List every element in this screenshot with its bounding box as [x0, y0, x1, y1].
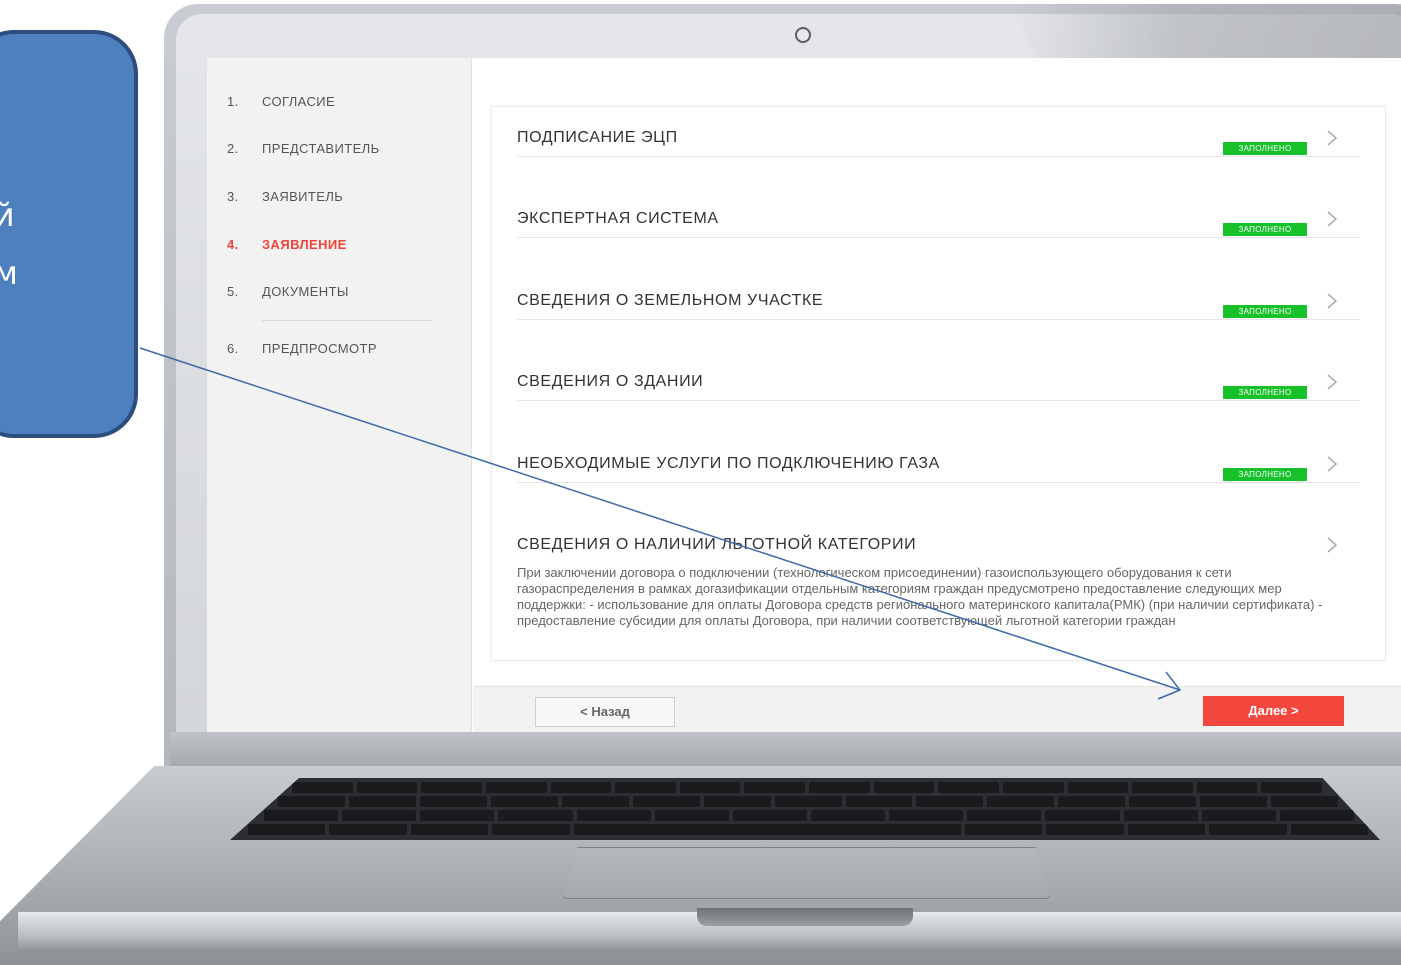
- laptop-screen: 1. СОГЛАСИЕ 2. ПРЕДСТАВИТЕЛЬ 3. ЗАЯВИТЕЛ…: [207, 58, 1401, 732]
- chevron-right-icon[interactable]: [1326, 373, 1338, 391]
- sidebar-divider: [262, 320, 432, 321]
- lid-reflection: [1010, 4, 1401, 58]
- step-documents[interactable]: 5. ДОКУМЕНТЫ: [227, 284, 349, 299]
- next-button[interactable]: Далее >: [1203, 696, 1344, 726]
- section-land-plot[interactable]: СВЕДЕНИЯ О ЗЕМЕЛЬНОМ УЧАСТКЕ ЗАПОЛНЕНО: [517, 270, 1360, 320]
- chevron-right-icon[interactable]: [1326, 210, 1338, 228]
- status-badge: ЗАПОЛНЕНО: [1223, 386, 1307, 399]
- step-label: ЗАЯВЛЕНИЕ: [262, 237, 347, 252]
- section-title: ЭКСПЕРТНАЯ СИСТЕМА: [517, 210, 719, 227]
- chevron-right-icon[interactable]: [1326, 536, 1338, 554]
- footer-bar: < Назад Далее >: [473, 686, 1401, 732]
- keyboard: [230, 778, 1380, 840]
- section-title: СВЕДЕНИЯ О НАЛИЧИИ ЛЬГОТНОЙ КАТЕГОРИИ: [517, 536, 917, 553]
- section-title: СВЕДЕНИЯ О ЗЕМЕЛЬНОМ УЧАСТКЕ: [517, 292, 824, 309]
- chevron-right-icon[interactable]: [1326, 129, 1338, 147]
- step-number: 2.: [227, 141, 239, 156]
- camera-icon: [795, 27, 811, 43]
- step-application[interactable]: 4. ЗАЯВЛЕНИЕ: [227, 237, 347, 252]
- steps-sidebar: 1. СОГЛАСИЕ 2. ПРЕДСТАВИТЕЛЬ 3. ЗАЯВИТЕЛ…: [207, 58, 472, 732]
- trackpad: [563, 847, 1050, 899]
- step-consent[interactable]: 1. СОГЛАСИЕ: [227, 94, 335, 109]
- laptop-hinge: [170, 732, 1401, 768]
- key-row: [292, 782, 1322, 793]
- sections-card: ПОДПИСАНИЕ ЭЦП ЗАПОЛНЕНО ЭКСПЕРТНАЯ СИСТ…: [491, 106, 1386, 661]
- chevron-right-icon[interactable]: [1326, 292, 1338, 310]
- step-label: ПРЕДПРОСМОТР: [262, 341, 377, 356]
- section-title: СВЕДЕНИЯ О ЗДАНИИ: [517, 373, 704, 390]
- step-label: СОГЛАСИЕ: [262, 94, 336, 109]
- section-building[interactable]: СВЕДЕНИЯ О ЗДАНИИ ЗАПОЛНЕНО: [517, 351, 1360, 401]
- main-content: ПОДПИСАНИЕ ЭЦП ЗАПОЛНЕНО ЭКСПЕРТНАЯ СИСТ…: [473, 58, 1401, 732]
- step-label: ДОКУМЕНТЫ: [262, 284, 349, 299]
- callout-text: ей ем: [0, 196, 18, 292]
- key-row: [278, 796, 1339, 807]
- status-badge: ЗАПОЛНЕНО: [1223, 468, 1307, 481]
- status-badge: ЗАПОЛНЕНО: [1223, 142, 1307, 155]
- step-label: ПРЕДСТАВИТЕЛЬ: [262, 141, 380, 156]
- laptop-notch: [697, 908, 913, 926]
- status-badge: ЗАПОЛНЕНО: [1223, 223, 1307, 236]
- key-row: [264, 810, 1354, 821]
- step-number: 6.: [227, 341, 239, 356]
- step-number: 5.: [227, 284, 239, 299]
- section-benefit-category[interactable]: СВЕДЕНИЯ О НАЛИЧИИ ЛЬГОТНОЙ КАТЕГОРИИ: [517, 514, 1360, 564]
- benefit-category-description: При заключении договора о подключении (т…: [517, 565, 1323, 628]
- step-applicant[interactable]: 3. ЗАЯВИТЕЛЬ: [227, 189, 343, 204]
- section-title: ПОДПИСАНИЕ ЭЦП: [517, 129, 678, 146]
- step-number: 3.: [227, 189, 239, 204]
- section-gas-services[interactable]: НЕОБХОДИМЫЕ УСЛУГИ ПО ПОДКЛЮЧЕНИЮ ГАЗА З…: [517, 433, 1360, 483]
- step-number: 4.: [227, 237, 239, 252]
- key-row: [248, 824, 1368, 835]
- status-badge: ЗАПОЛНЕНО: [1223, 305, 1307, 318]
- step-representative[interactable]: 2. ПРЕДСТАВИТЕЛЬ: [227, 141, 380, 156]
- chevron-right-icon[interactable]: [1326, 455, 1338, 473]
- step-number: 1.: [227, 94, 239, 109]
- section-expert-system[interactable]: ЭКСПЕРТНАЯ СИСТЕМА ЗАПОЛНЕНО: [517, 188, 1360, 238]
- section-digital-signature[interactable]: ПОДПИСАНИЕ ЭЦП ЗАПОЛНЕНО: [517, 107, 1360, 157]
- step-label: ЗАЯВИТЕЛЬ: [262, 189, 344, 204]
- back-button[interactable]: < Назад: [535, 697, 675, 727]
- section-title: НЕОБХОДИМЫЕ УСЛУГИ ПО ПОДКЛЮЧЕНИЮ ГАЗА: [517, 455, 940, 472]
- callout-box: ей ем: [0, 30, 138, 438]
- step-preview[interactable]: 6. ПРЕДПРОСМОТР: [227, 341, 377, 356]
